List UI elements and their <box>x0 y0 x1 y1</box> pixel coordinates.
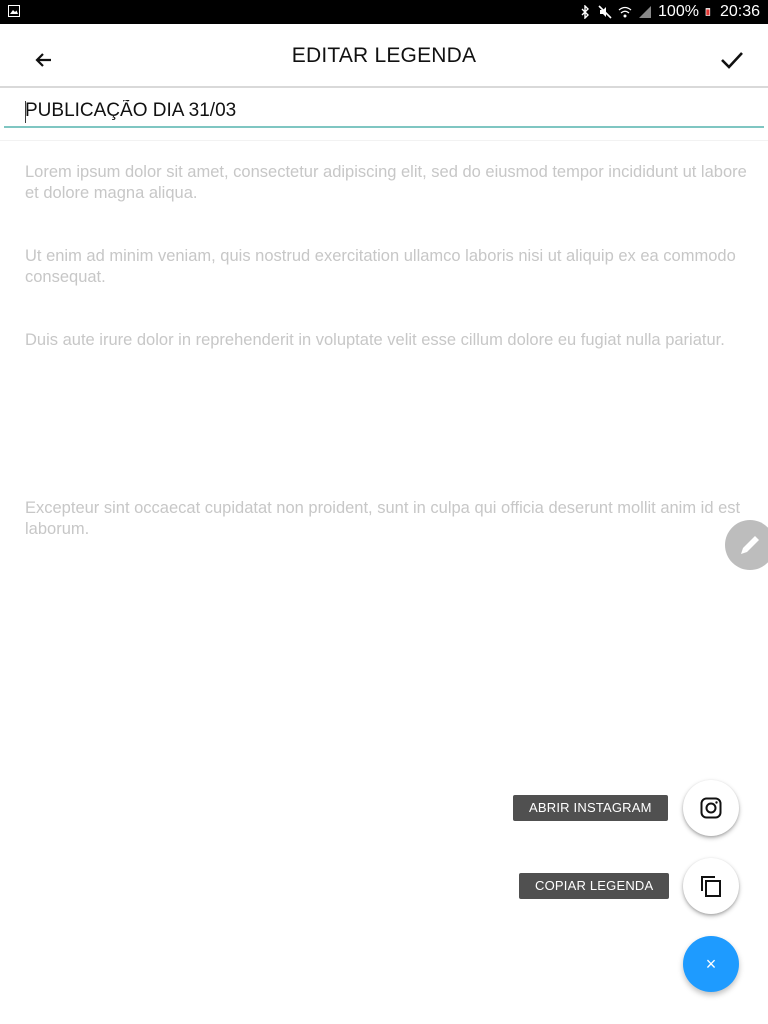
battery-percent: 100% <box>658 3 699 20</box>
wifi-icon <box>618 6 632 18</box>
image-icon <box>8 5 20 17</box>
divider <box>0 140 768 141</box>
copy-caption-button[interactable] <box>683 858 739 914</box>
signal-icon <box>639 6 652 18</box>
open-instagram-label[interactable]: ABRIR INSTAGRAM <box>513 795 668 821</box>
app-bar: EDITAR LEGENDA <box>0 24 768 88</box>
pencil-icon <box>741 536 759 554</box>
caption-paragraph: Ut enim ad minim veniam, quis nostrud ex… <box>25 247 736 286</box>
open-instagram-button[interactable] <box>683 780 739 836</box>
copy-icon <box>701 876 721 897</box>
caption-paragraph: Duis aute irure dolor in reprehenderit i… <box>25 331 725 349</box>
bluetooth-icon <box>581 5 590 19</box>
mute-icon <box>598 5 612 19</box>
status-icons: 100% 20:36 <box>578 0 760 24</box>
caption-paragraph: Excepteur sint occaecat cupidatat non pr… <box>25 499 741 538</box>
page-title: EDITAR LEGENDA <box>291 44 477 67</box>
fab-close-button[interactable]: × <box>683 936 739 992</box>
check-icon <box>721 52 743 69</box>
edit-handle-button[interactable] <box>725 520 768 570</box>
instagram-icon <box>700 797 722 819</box>
caption-paragraph: Lorem ipsum dolor sit amet, consectetur … <box>25 163 747 202</box>
battery-icon <box>705 8 711 16</box>
close-icon: × <box>705 953 717 974</box>
confirm-button[interactable] <box>712 40 752 80</box>
status-bar: 100% 20:36 <box>0 0 768 24</box>
text-cursor <box>25 101 26 123</box>
copy-caption-label[interactable]: COPIAR LEGENDA <box>519 873 670 899</box>
clock: 20:36 <box>719 3 760 20</box>
caption-title-input[interactable] <box>4 96 764 128</box>
